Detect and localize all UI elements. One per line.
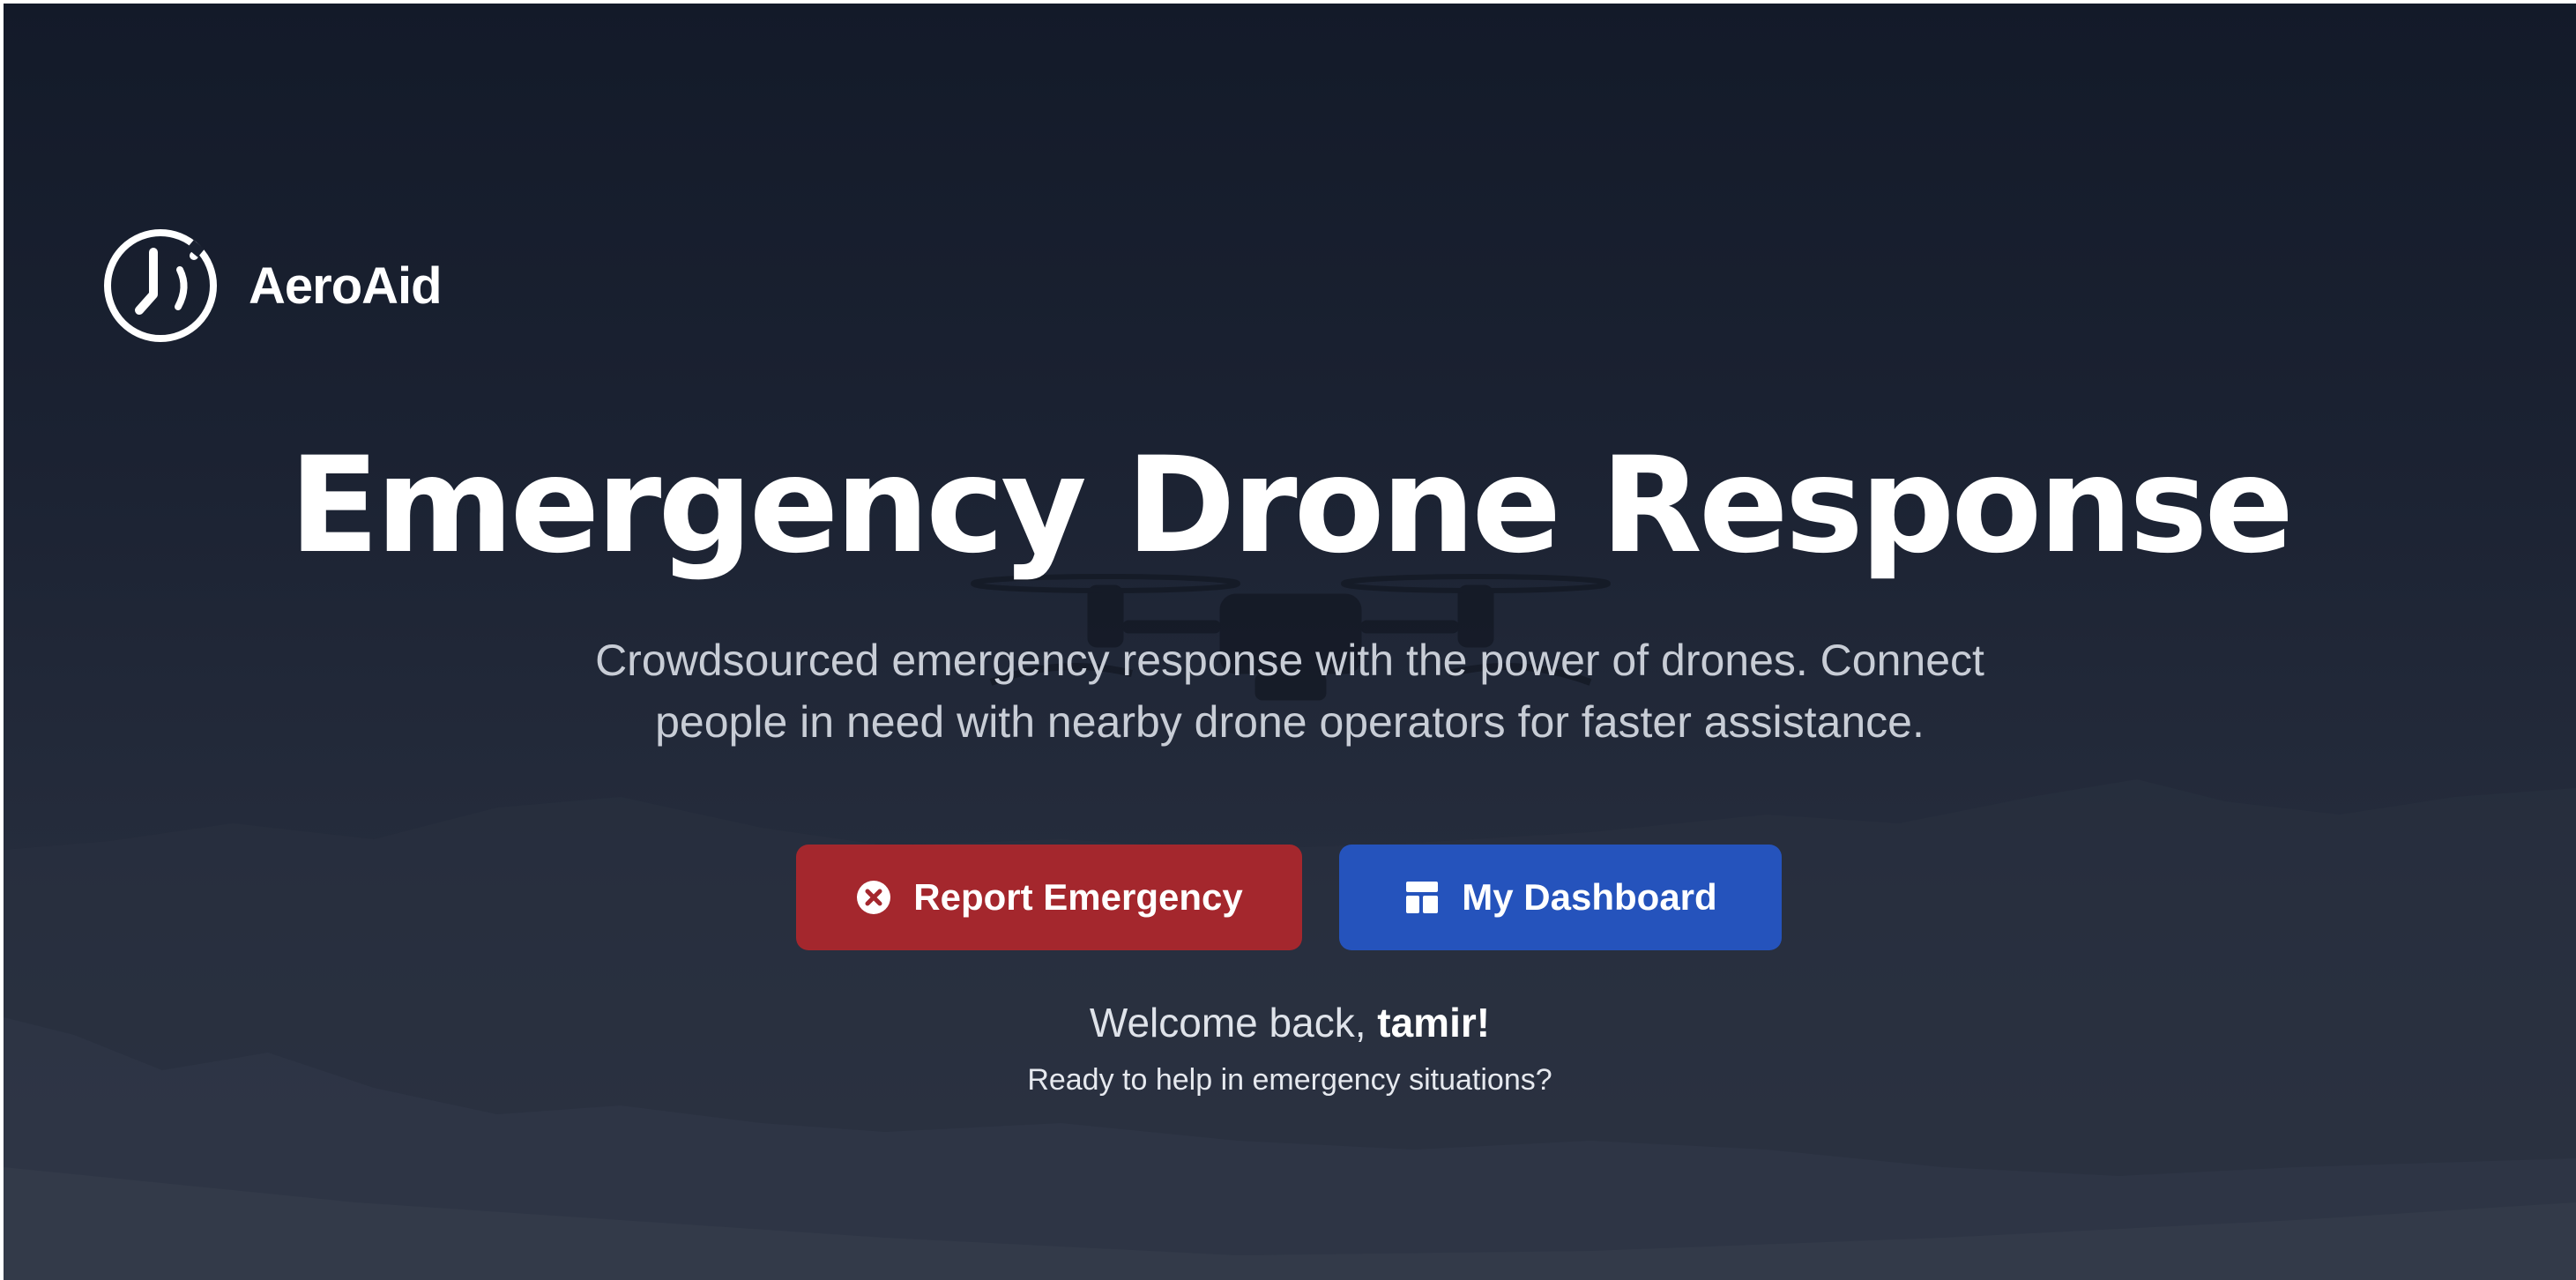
welcome-username: tamir! bbox=[1377, 1000, 1491, 1046]
close-circle-icon bbox=[857, 881, 891, 914]
my-dashboard-label: My Dashboard bbox=[1462, 876, 1717, 918]
action-buttons: Report Emergency My Dashboard bbox=[4, 845, 2576, 950]
my-dashboard-button[interactable]: My Dashboard bbox=[1339, 845, 1782, 950]
page-title: Emergency Drone Response bbox=[288, 429, 2294, 583]
dashboard-layout-icon bbox=[1406, 882, 1439, 913]
welcome-message: Welcome back, tamir! bbox=[4, 996, 2576, 1049]
report-emergency-button[interactable]: Report Emergency bbox=[796, 845, 1302, 950]
brand-logo[interactable]: AeroAid bbox=[101, 226, 443, 346]
welcome-tagline: Ready to help in emergency situations? bbox=[1027, 1063, 1552, 1097]
hero-subtitle: Crowdsourced emergency response with the… bbox=[595, 636, 1984, 747]
brand-name: AeroAid bbox=[249, 257, 443, 315]
drone-clock-icon bbox=[104, 229, 217, 342]
hero-section: AeroAid Emergency Drone Response Crowdso… bbox=[4, 4, 2576, 1280]
report-emergency-label: Report Emergency bbox=[913, 876, 1243, 918]
hero-content: Emergency Drone Response Crowdsourced em… bbox=[4, 427, 2576, 1102]
welcome-prefix: Welcome back, bbox=[1089, 1000, 1366, 1046]
